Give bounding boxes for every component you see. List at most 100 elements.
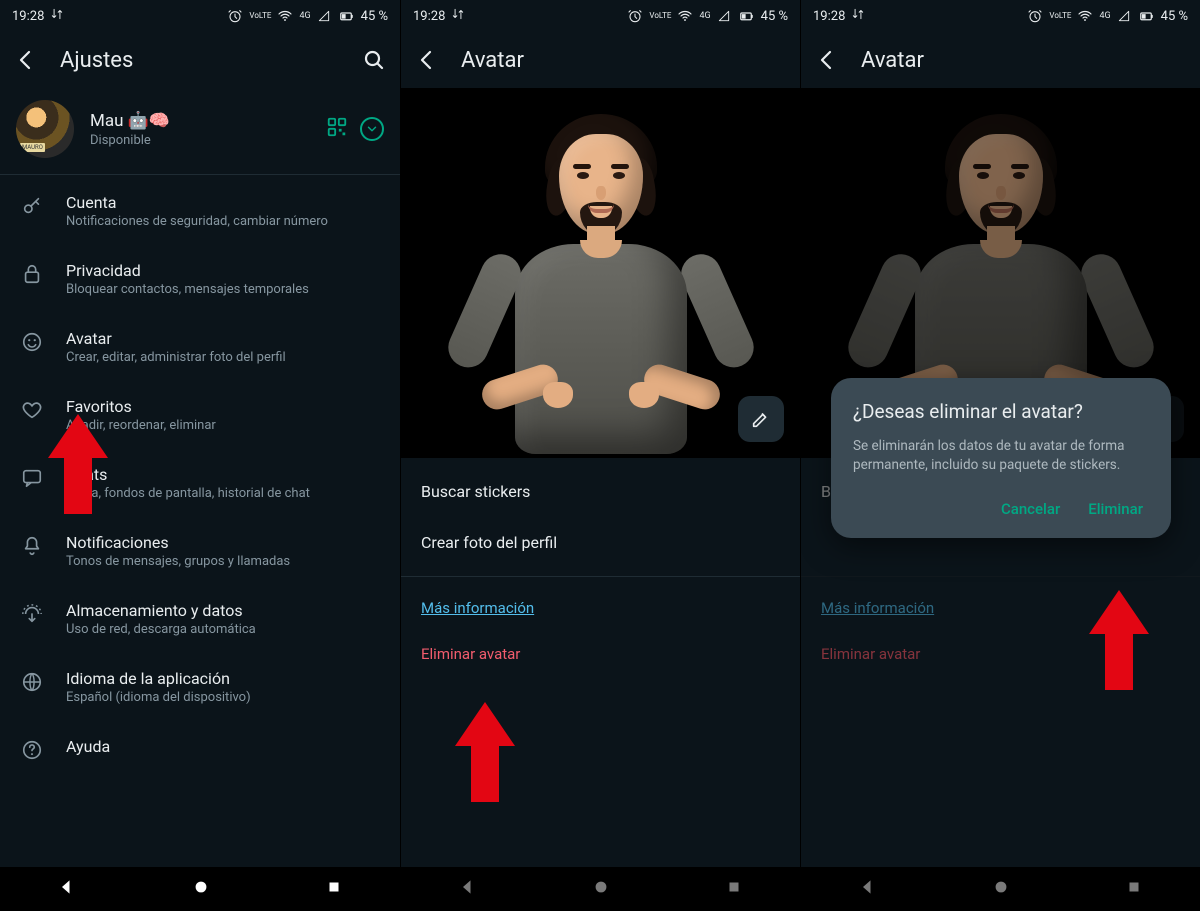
- network-label: 4G: [1099, 11, 1110, 21]
- app-bar: Ajustes: [0, 32, 400, 88]
- status-bar: 19:28 VoLTE 4G 45 %: [801, 0, 1200, 32]
- nav-back-icon[interactable]: [858, 877, 878, 901]
- heart-icon: [20, 399, 44, 421]
- network-label: 4G: [299, 11, 310, 21]
- settings-item-help[interactable]: Ayuda: [0, 721, 400, 777]
- edit-avatar-button[interactable]: [738, 396, 784, 442]
- back-button[interactable]: [12, 46, 40, 74]
- settings-item-title: Almacenamiento y datos: [66, 601, 256, 620]
- help-icon: [20, 739, 44, 761]
- settings-item-title: Chats: [66, 465, 310, 484]
- lock-icon: [20, 263, 44, 285]
- status-bar: 19:28 VoLTE 4G 45 %: [0, 0, 400, 32]
- dialog-title: ¿Deseas eliminar el avatar?: [853, 400, 1149, 425]
- app-bar: Avatar: [801, 32, 1200, 88]
- settings-item-title: Idioma de la aplicación: [66, 669, 251, 688]
- nav-home-icon[interactable]: [591, 877, 611, 901]
- alarm-icon: [1027, 8, 1043, 24]
- nav-bar: [0, 867, 400, 911]
- status-bar: 19:28 VoLTE 4G 45 %: [401, 0, 800, 32]
- link-more-info[interactable]: Más información: [801, 585, 1200, 631]
- volte-label: VoLTE: [1049, 12, 1071, 20]
- link-delete-avatar[interactable]: Eliminar avatar: [401, 631, 800, 677]
- chat-icon: [20, 467, 44, 489]
- link-delete-avatar[interactable]: Eliminar avatar: [801, 631, 1200, 677]
- avatar-figure: [481, 106, 721, 458]
- volte-label: VoLTE: [249, 12, 271, 20]
- search-button[interactable]: [360, 46, 388, 74]
- settings-item-subtitle: Tonos de mensajes, grupos y llamadas: [66, 554, 290, 569]
- signal-icon: [317, 9, 331, 23]
- settings-item-globe[interactable]: Idioma de la aplicaciónEspañol (idioma d…: [0, 653, 400, 721]
- menu-create-photo[interactable]: Crear foto del perfil: [401, 517, 800, 568]
- page-title: Avatar: [861, 48, 1188, 73]
- profile-row[interactable]: Mau 🤖🧠 Disponible: [0, 88, 400, 170]
- globe-icon: [20, 671, 44, 693]
- profile-avatar[interactable]: [16, 100, 74, 158]
- nav-recent-icon[interactable]: [1125, 878, 1143, 900]
- settings-item-subtitle: Tema, fondos de pantalla, historial de c…: [66, 486, 310, 501]
- battery-icon: [1137, 7, 1155, 25]
- signal-icon: [717, 9, 731, 23]
- settings-item-face[interactable]: Avatar Crear, editar, administrar foto de…: [0, 313, 400, 381]
- dialog-body: Se eliminarán los datos de tu avatar de …: [853, 437, 1149, 476]
- profile-status: Disponible: [90, 133, 310, 148]
- swap-icon: [50, 7, 64, 25]
- nav-recent-icon[interactable]: [325, 878, 343, 900]
- back-button[interactable]: [813, 46, 841, 74]
- wifi-icon: [1077, 8, 1093, 24]
- settings-item-chat[interactable]: Chats Tema, fondos de pantalla, historial…: [0, 449, 400, 517]
- settings-item-title: Privacidad: [66, 261, 309, 280]
- battery-pct: 45 %: [1161, 9, 1188, 24]
- app-bar: Avatar: [401, 32, 800, 88]
- nav-home-icon[interactable]: [991, 877, 1011, 901]
- settings-item-subtitle: Bloquear contactos, mensajes temporales: [66, 282, 309, 297]
- profile-name: Mau 🤖🧠: [90, 111, 310, 131]
- page-title: Ajustes: [60, 48, 340, 73]
- nav-home-icon[interactable]: [191, 877, 211, 901]
- dialog-confirm-button[interactable]: Eliminar: [1088, 500, 1143, 518]
- dialog-cancel-button[interactable]: Cancelar: [1001, 500, 1060, 518]
- screen-avatar-dialog: 19:28 VoLTE 4G 45 % Avatar: [800, 0, 1200, 911]
- settings-item-heart[interactable]: Favoritos Añadir, reordenar, eliminar: [0, 381, 400, 449]
- settings-item-key[interactable]: CuentaNotificaciones de seguridad, cambi…: [0, 177, 400, 245]
- battery-pct: 45 %: [361, 9, 388, 24]
- back-button[interactable]: [413, 46, 441, 74]
- settings-item-title: Avatar: [66, 329, 286, 348]
- avatar-menu: Buscar stickers Crear foto del perfil Má…: [401, 458, 800, 685]
- page-title: Avatar: [461, 48, 788, 73]
- nav-bar: [401, 867, 800, 911]
- nav-back-icon[interactable]: [57, 877, 77, 901]
- divider: [0, 174, 400, 175]
- wifi-icon: [677, 8, 693, 24]
- face-icon: [20, 331, 44, 353]
- avatar-preview: [401, 88, 800, 458]
- delete-avatar-dialog: ¿Deseas eliminar el avatar? Se eliminará…: [831, 378, 1171, 538]
- alarm-icon: [627, 8, 643, 24]
- qr-icon[interactable]: [326, 116, 348, 142]
- settings-item-subtitle: Añadir, reordenar, eliminar: [66, 418, 216, 433]
- settings-item-title: Ayuda: [66, 737, 110, 756]
- settings-item-bell[interactable]: Notificaciones Tonos de mensajes, grupos …: [0, 517, 400, 585]
- settings-item-title: Favoritos: [66, 397, 216, 416]
- settings-item-lock[interactable]: Privacidad Bloquear contactos, mensajes t…: [0, 245, 400, 313]
- volte-label: VoLTE: [649, 12, 671, 20]
- settings-item-subtitle: Crear, editar, administrar foto del perf…: [66, 350, 286, 365]
- key-icon: [20, 195, 44, 217]
- data-icon: [20, 603, 44, 625]
- link-more-info[interactable]: Más información: [401, 585, 800, 631]
- swap-icon: [451, 7, 465, 25]
- nav-recent-icon[interactable]: [725, 878, 743, 900]
- bell-icon: [20, 535, 44, 557]
- status-time: 19:28: [813, 9, 845, 24]
- menu-find-stickers[interactable]: Buscar stickers: [401, 466, 800, 517]
- alarm-icon: [227, 8, 243, 24]
- settings-item-data[interactable]: Almacenamiento y datosUso de red, descar…: [0, 585, 400, 653]
- add-account-button[interactable]: [360, 117, 384, 141]
- divider: [401, 576, 800, 577]
- nav-back-icon[interactable]: [458, 877, 478, 901]
- network-label: 4G: [699, 11, 710, 21]
- settings-item-title: Notificaciones: [66, 533, 290, 552]
- settings-list[interactable]: CuentaNotificaciones de seguridad, cambi…: [0, 177, 400, 867]
- status-time: 19:28: [413, 9, 445, 24]
